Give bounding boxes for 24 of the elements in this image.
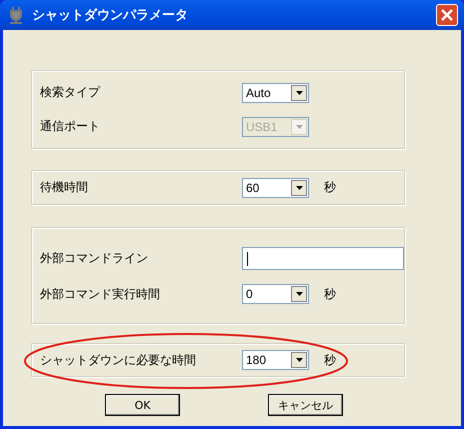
close-icon — [441, 9, 453, 21]
window-title: シャットダウンパラメータ — [32, 7, 189, 24]
field-label: 外部コマンドライン — [40, 250, 149, 267]
field-label: 通信ポート — [40, 118, 101, 135]
field-label: 外部コマンド実行時間 — [40, 286, 161, 302]
dialog-button[interactable]: キャンセル — [268, 394, 343, 416]
dropdown[interactable]: 0 — [242, 284, 309, 304]
dropdown[interactable]: Auto — [242, 82, 309, 102]
unit-label: 秒 — [324, 179, 336, 196]
dropdown[interactable]: 60 — [242, 178, 309, 198]
field-label: シャットダウンに必要な時間 — [40, 352, 197, 368]
caret-icon — [296, 90, 302, 94]
field-label: 検索タイプ — [40, 84, 102, 101]
unit-label: 秒 — [324, 286, 336, 302]
unit-label: 秒 — [324, 352, 336, 368]
caret-icon — [296, 292, 302, 296]
caret-icon — [296, 358, 302, 362]
field-label: 待機時間 — [40, 179, 89, 196]
input-field[interactable] — [242, 247, 404, 270]
caret-icon — [296, 186, 302, 190]
dialog-button[interactable]: OK — [105, 394, 180, 416]
close-button[interactable] — [436, 4, 458, 26]
dropdown[interactable]: 180 — [242, 350, 309, 370]
caret-icon — [296, 124, 302, 128]
